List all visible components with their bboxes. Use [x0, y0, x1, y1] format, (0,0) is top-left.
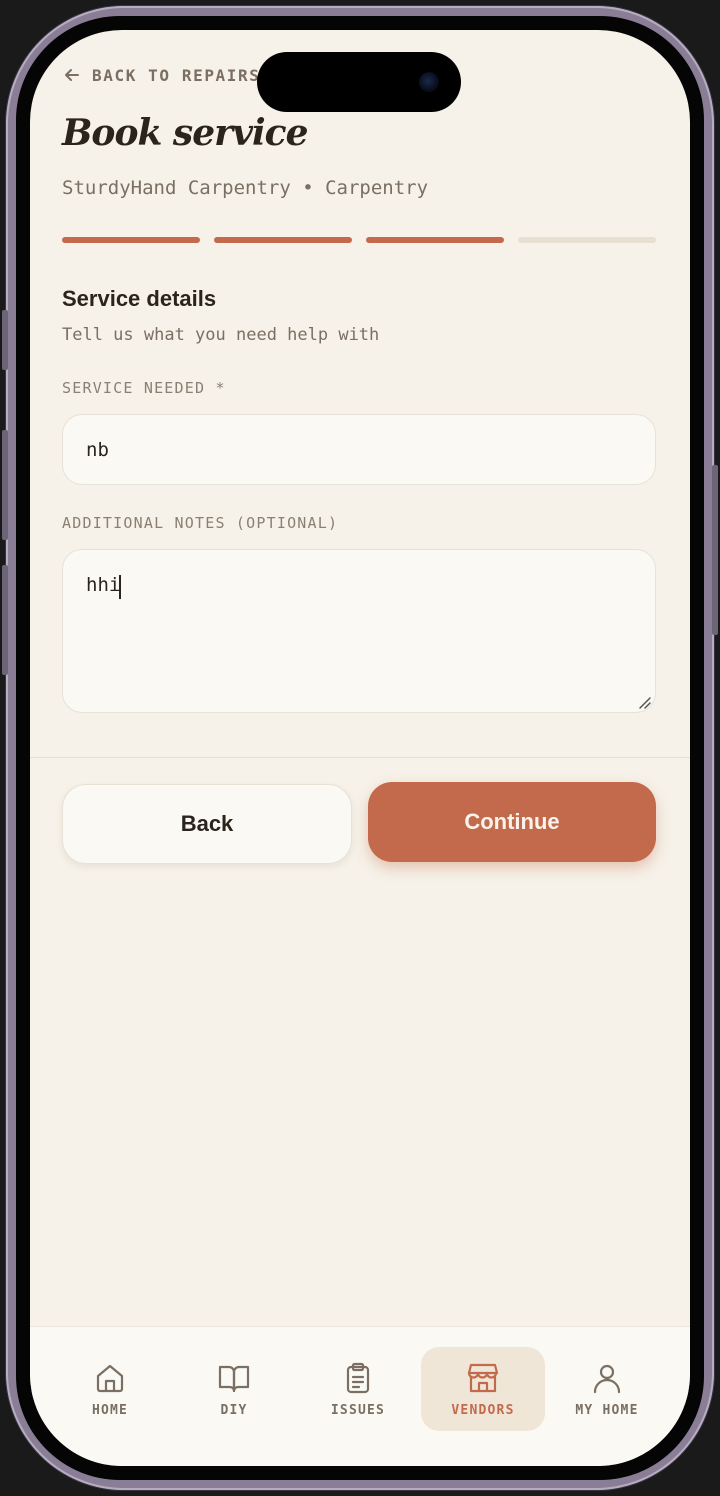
- service-needed-label: SERVICE NEEDED *: [62, 379, 226, 397]
- home-icon: [96, 1364, 124, 1392]
- progress-segment: [62, 237, 200, 243]
- arrow-left-icon: [65, 69, 79, 81]
- progress-segment: [214, 237, 352, 243]
- section-description: Tell us what you need help with: [62, 325, 380, 345]
- book-icon: [218, 1365, 250, 1392]
- progress-segment: [366, 237, 504, 243]
- page-title: Book service: [62, 112, 308, 154]
- dynamic-island: [257, 52, 461, 112]
- step-progress: [62, 237, 656, 243]
- additional-notes-textarea[interactable]: hhi: [62, 549, 656, 713]
- tab-home[interactable]: HOME: [48, 1347, 172, 1431]
- tab-label: MY HOME: [575, 1402, 639, 1418]
- tab-my-home[interactable]: MY HOME: [545, 1347, 669, 1431]
- service-needed-input[interactable]: [62, 414, 656, 485]
- additional-notes-label: ADDITIONAL NOTES (OPTIONAL): [62, 514, 339, 532]
- vendor-subtitle: SturdyHand Carpentry • Carpentry: [62, 177, 429, 199]
- tab-label: HOME: [91, 1402, 129, 1418]
- phone-side-button: [2, 565, 8, 675]
- tab-label: DIY: [220, 1402, 248, 1418]
- resize-handle-icon[interactable]: [636, 694, 652, 710]
- clipboard-icon: [346, 1362, 370, 1393]
- front-camera: [419, 72, 439, 92]
- back-button[interactable]: Back: [62, 784, 352, 864]
- text-cursor: [119, 575, 121, 599]
- continue-button[interactable]: Continue: [368, 782, 656, 862]
- app-screen: BACK TO REPAIRS Book service SturdyHand …: [30, 30, 690, 1466]
- user-icon: [593, 1364, 621, 1393]
- progress-segment: [518, 237, 656, 243]
- storefront-icon: [467, 1363, 499, 1392]
- divider: [30, 757, 690, 758]
- tab-label: VENDORS: [451, 1402, 515, 1418]
- tab-vendors[interactable]: VENDORS: [421, 1347, 545, 1431]
- phone-side-button: [712, 465, 718, 635]
- tab-label: ISSUES: [330, 1402, 386, 1418]
- phone-side-button: [2, 310, 8, 370]
- phone-side-button: [2, 430, 8, 540]
- tab-diy[interactable]: DIY: [172, 1347, 296, 1431]
- tab-issues[interactable]: ISSUES: [296, 1347, 420, 1431]
- back-to-repairs-link[interactable]: BACK TO REPAIRS: [62, 64, 261, 86]
- back-link-label: BACK TO REPAIRS: [92, 65, 261, 85]
- bottom-tab-bar: HOME DIY ISSUES VENDORS MY HOME: [30, 1326, 690, 1466]
- section-title: Service details: [62, 286, 217, 311]
